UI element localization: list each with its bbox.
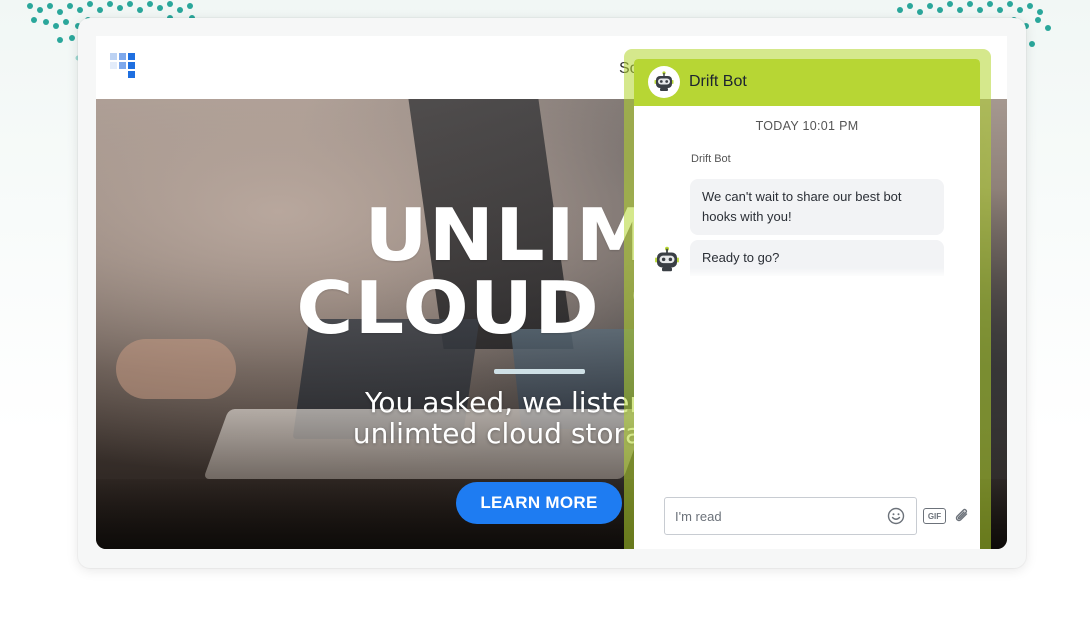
paperclip-icon[interactable]: [953, 507, 971, 525]
grid-blocks-logo-icon[interactable]: [108, 51, 142, 85]
smiley-icon[interactable]: [887, 507, 905, 525]
gif-button[interactable]: GIF: [923, 508, 946, 524]
chat-timestamp: TODAY 10:01 PM: [755, 119, 859, 133]
chat-message-fade: [690, 268, 944, 278]
hero-divider: [494, 369, 585, 374]
chat-header-avatar: [648, 66, 680, 98]
robot-icon: [655, 246, 679, 272]
chat-sender-name: Drift Bot: [691, 153, 731, 165]
chat-message: We can't wait to share our best bot hook…: [690, 179, 944, 235]
chat-widget: Drift Bot TODAY 10:01 PM Drift Bot We ca…: [634, 59, 980, 549]
chat-header-title: Drift Bot: [689, 73, 747, 90]
learn-more-button[interactable]: LEARN MORE: [456, 482, 622, 524]
robot-icon: [654, 71, 674, 91]
chat-message-input[interactable]: [664, 497, 917, 535]
chat-header: Drift Bot: [634, 59, 980, 106]
